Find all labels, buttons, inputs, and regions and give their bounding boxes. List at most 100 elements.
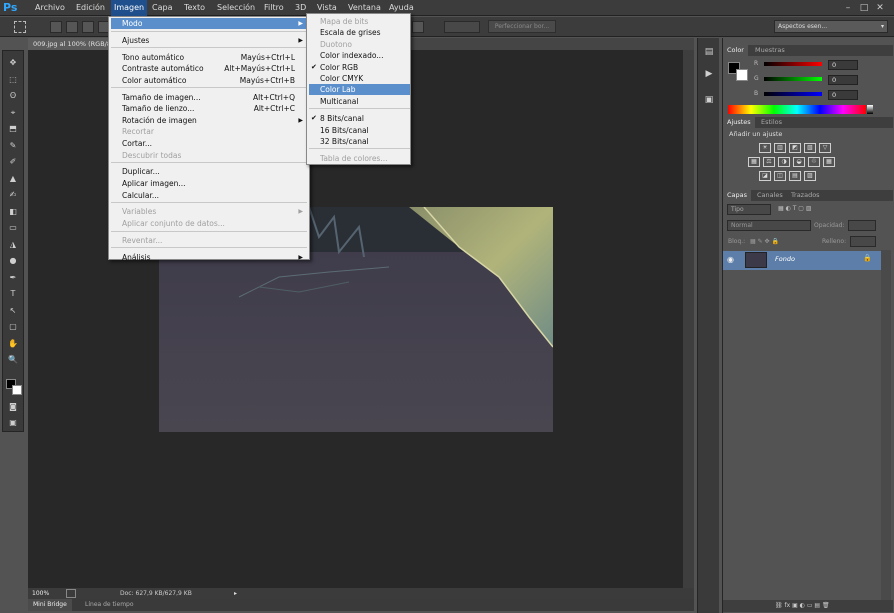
adjustment-icon-1-4[interactable]: ♲ xyxy=(808,157,820,167)
adjustment-icon-2-1[interactable]: ◫ xyxy=(774,171,786,181)
brush-tool-icon[interactable]: ▲ xyxy=(6,173,20,185)
eyedropper-tool-icon[interactable]: ✎ xyxy=(6,140,20,152)
type-tool-icon[interactable]: T xyxy=(6,288,20,300)
layers-scrollbar[interactable] xyxy=(881,250,891,600)
hand-tool-icon[interactable]: ✋ xyxy=(6,338,20,350)
menu-edicion[interactable]: Edición xyxy=(73,0,108,16)
opacity-input[interactable] xyxy=(848,220,876,231)
zoom-level[interactable]: 100% xyxy=(32,588,49,599)
eye-icon[interactable]: ◉ xyxy=(727,255,734,264)
lock-icons[interactable]: ▦ ✎ ✥ 🔒 xyxy=(750,238,779,245)
background-swatch[interactable] xyxy=(12,385,22,395)
adjustment-icon-2-3[interactable]: ▨ xyxy=(804,171,816,181)
channel-g-slider[interactable] xyxy=(764,77,822,81)
adjustment-icon-1-1[interactable]: ⚖ xyxy=(763,157,775,167)
blend-mode-select[interactable]: Normal xyxy=(727,220,811,231)
menu-capa[interactable]: Capa xyxy=(149,0,175,16)
screen-mode-icon[interactable]: ▣ xyxy=(6,417,20,429)
menu-item-rotacion-de-imagen[interactable]: Rotación de imagen ▶ xyxy=(111,115,307,126)
new-selection-icon[interactable] xyxy=(50,21,62,33)
document-tab[interactable]: 009.jpg al 100% (RGB/8) xyxy=(28,38,116,50)
shape-tool-icon[interactable]: ▢ xyxy=(6,321,20,333)
menu-item-tamano-de-imagen[interactable]: Tamaño de imagen... Alt+Ctrl+Q xyxy=(111,92,307,103)
filter-icons[interactable]: ▦ ◐ T ▢ ▨ xyxy=(778,205,812,212)
eraser-tool-icon[interactable]: ▭ xyxy=(6,222,20,234)
adjustment-icon-0-3[interactable]: ▧ xyxy=(804,143,816,153)
maximize-icon[interactable]: □ xyxy=(858,2,870,14)
workspace-select[interactable]: Aspectos esen... ▾ xyxy=(774,20,888,33)
modo-item-32-bits-canal[interactable]: 32 Bits/canal xyxy=(309,136,410,147)
tab-paths[interactable]: Trazados xyxy=(787,190,824,201)
modo-item-escala-de-grises[interactable]: Escala de grises xyxy=(309,27,410,38)
menu-item-calcular[interactable]: Calcular... xyxy=(111,190,307,201)
marquee-tool-icon[interactable] xyxy=(14,21,26,33)
history-brush-tool-icon[interactable]: ◧ xyxy=(6,206,20,218)
tab-channels[interactable]: Canales xyxy=(753,190,787,201)
menu-item-ajustes[interactable]: Ajustes ▶ xyxy=(111,35,307,46)
color-spectrum-bar[interactable] xyxy=(728,105,866,114)
status-menu-arrow-icon[interactable]: ▸ xyxy=(234,588,237,599)
quick-select-tool-icon[interactable]: ⌖ xyxy=(6,107,20,119)
modo-item-multicanal[interactable]: Multicanal xyxy=(309,96,410,107)
adjustment-icon-0-2[interactable]: ◩ xyxy=(789,143,801,153)
mini-bridge-tab[interactable]: Mini Bridge xyxy=(28,599,72,611)
info-icon[interactable]: ▣ xyxy=(702,94,716,106)
export-icon[interactable] xyxy=(66,589,76,598)
channel-g-input[interactable]: 0 xyxy=(828,75,858,85)
modo-item-8-bits-canal[interactable]: 8 Bits/canal ✔ xyxy=(309,113,410,124)
adjustment-icon-1-5[interactable]: ▦ xyxy=(823,157,835,167)
lasso-tool-icon[interactable]: ʘ xyxy=(6,90,20,102)
add-selection-icon[interactable] xyxy=(66,21,78,33)
menu-item-analisis[interactable]: Análisis ▶ xyxy=(111,252,307,263)
modo-item-color-rgb[interactable]: Color RGB ✔ xyxy=(309,62,410,73)
refine-edge-button[interactable]: Perfeccionar bor... xyxy=(488,20,556,33)
adjustment-icon-0-0[interactable]: ☀ xyxy=(759,143,771,153)
modo-item-color-lab[interactable]: Color Lab xyxy=(309,84,410,96)
tab-swatches[interactable]: Muestras xyxy=(751,45,789,56)
channel-r-slider[interactable] xyxy=(764,62,822,66)
marquee-tool-icon[interactable]: ⬚ xyxy=(6,74,20,86)
height-field[interactable] xyxy=(444,21,480,33)
menu-texto[interactable]: Texto xyxy=(181,0,208,16)
clone-tool-icon[interactable]: ✍ xyxy=(6,189,20,201)
menu-seleccion[interactable]: Selección xyxy=(214,0,258,16)
menu-item-aplicar-imagen[interactable]: Aplicar imagen... xyxy=(111,178,307,189)
background-color-swatch[interactable] xyxy=(736,69,748,81)
adjustment-icon-1-2[interactable]: ◑ xyxy=(778,157,790,167)
adjustment-icon-1-0[interactable]: ▦ xyxy=(748,157,760,167)
tab-adjustments[interactable]: Ajustes xyxy=(723,117,755,128)
tab-color[interactable]: Color xyxy=(723,45,748,56)
adjustment-icon-1-3[interactable]: ◒ xyxy=(793,157,805,167)
adjustment-icon-2-0[interactable]: ◪ xyxy=(759,171,771,181)
menu-item-modo[interactable]: Modo ▶ xyxy=(111,18,307,29)
minimize-icon[interactable]: – xyxy=(842,2,854,14)
timeline-tab[interactable]: Línea de tiempo xyxy=(80,599,139,611)
zoom-tool-icon[interactable]: 🔍 xyxy=(6,354,20,366)
layer-row-fondo[interactable]: ◉ Fondo 🔒 xyxy=(723,251,881,270)
adjustment-icon-0-4[interactable]: ▽ xyxy=(819,143,831,153)
move-tool-icon[interactable]: ✥ xyxy=(6,57,20,69)
pen-tool-icon[interactable]: ✒ xyxy=(6,272,20,284)
subtract-selection-icon[interactable] xyxy=(82,21,94,33)
tab-layers[interactable]: Capas xyxy=(723,190,752,201)
adjustment-icon-0-1[interactable]: ▥ xyxy=(774,143,786,153)
modo-item-color-indexado[interactable]: Color indexado... xyxy=(309,50,410,61)
crop-tool-icon[interactable]: ⬒ xyxy=(6,123,20,135)
close-icon[interactable]: ✕ xyxy=(874,2,886,14)
adjustment-icon-2-2[interactable]: ▤ xyxy=(789,171,801,181)
channel-b-input[interactable]: 0 xyxy=(828,90,858,100)
layers-footer-icons[interactable]: ⛓ fx ▣ ◐ ▭ ▤ 🗑 xyxy=(775,602,830,609)
tab-styles[interactable]: Estilos xyxy=(757,117,786,128)
history-icon[interactable]: ▤ xyxy=(702,46,716,58)
menu-item-duplicar[interactable]: Duplicar... xyxy=(111,166,307,177)
actions-icon[interactable]: ▶ xyxy=(702,68,716,80)
layer-filter-select[interactable]: Tipo xyxy=(727,204,771,215)
quick-mask-icon[interactable]: ◙ xyxy=(6,401,20,413)
channel-r-input[interactable]: 0 xyxy=(828,60,858,70)
menu-archivo[interactable]: Archivo xyxy=(32,0,68,16)
path-select-tool-icon[interactable]: ↖ xyxy=(6,305,20,317)
menu-imagen[interactable]: Imagen xyxy=(111,0,148,16)
black-white-ramp[interactable] xyxy=(867,105,873,114)
menu-item-tono-automatico[interactable]: Tono automático Mayús+Ctrl+L xyxy=(111,52,307,63)
vertical-scrollbar[interactable] xyxy=(683,50,694,588)
